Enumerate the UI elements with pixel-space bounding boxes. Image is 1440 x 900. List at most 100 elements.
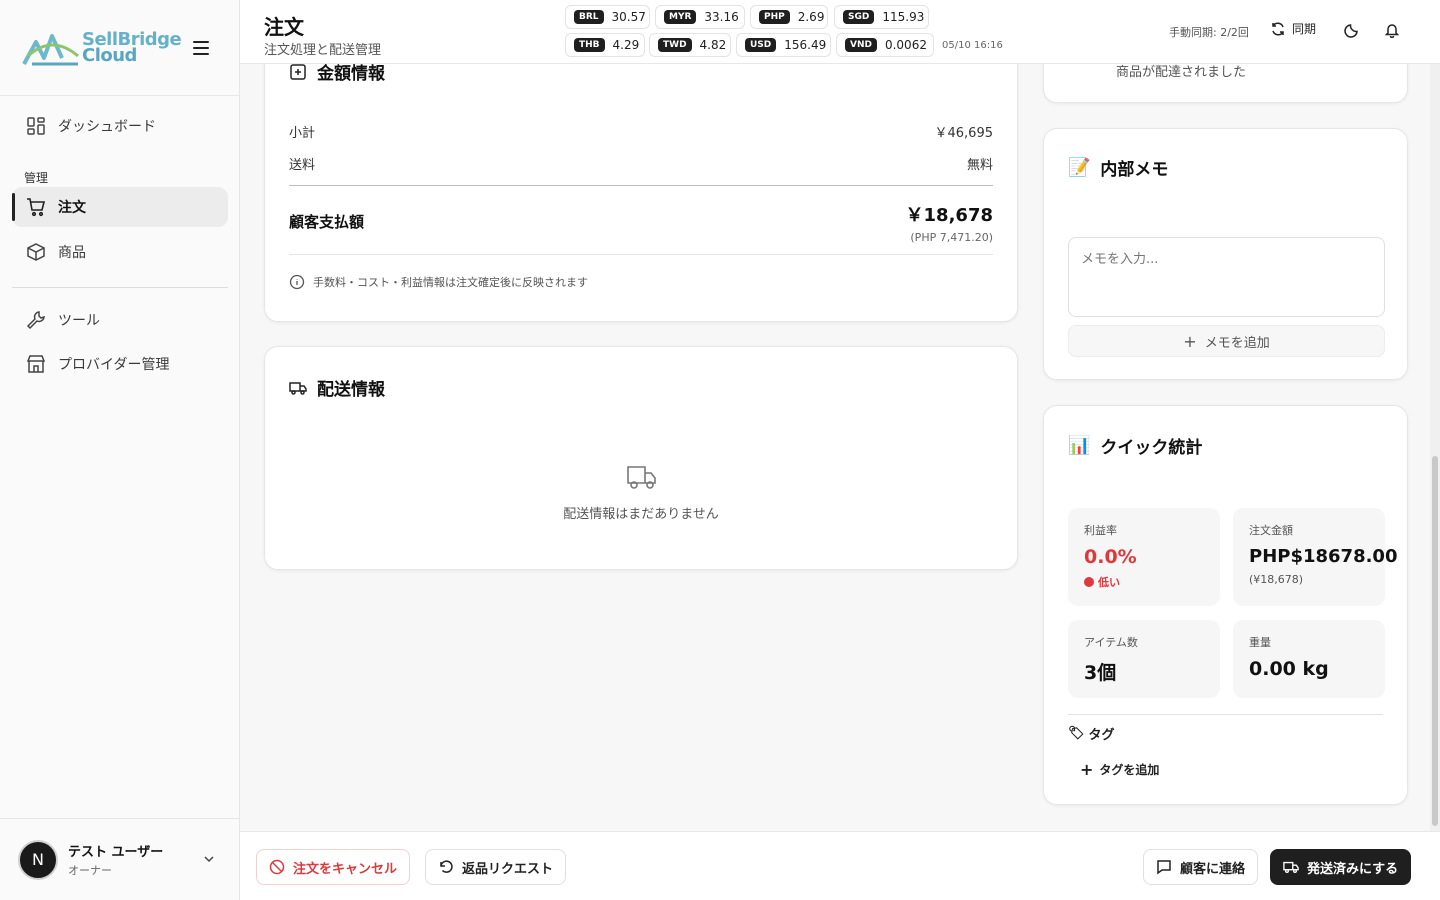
item-count-value: 3個 [1084, 662, 1117, 684]
ban-icon [269, 859, 285, 875]
sync-label: 同期 [1292, 22, 1317, 36]
rate-chip: SGD 115.93 [834, 5, 929, 29]
rate-code: MYR [664, 10, 697, 24]
quick-stats-title-text: クイック統計 [1100, 438, 1203, 458]
box-icon [27, 243, 45, 261]
shipping-info-title: 配送情報 [289, 375, 385, 400]
tags-label-text: タグ [1088, 728, 1115, 743]
contact-customer-button[interactable]: 顧客に連絡 [1143, 849, 1259, 885]
rate-code: PHP [759, 10, 790, 24]
user-role: オーナー [68, 864, 112, 877]
sidebar-item-label: プロバイダー管理 [58, 357, 170, 373]
rate-value: 30.57 [611, 10, 646, 24]
profit-rate-value: 0.0% [1084, 546, 1137, 568]
amount-note: 手数料・コスト・利益情報は注文確定後に反映されます [289, 274, 588, 290]
store-icon [26, 355, 46, 373]
scrollbar-thumb[interactable] [1432, 456, 1438, 826]
return-request-label: 返品リクエスト [462, 861, 554, 877]
scrollbar[interactable] [1430, 64, 1440, 831]
action-footer: 注文をキャンセル 返品リクエスト 顧客に連絡 発送済みにする [240, 831, 1440, 900]
add-memo-button[interactable]: + メモを追加 [1068, 325, 1385, 357]
memo-title: 📝 内部メモ [1068, 155, 1168, 180]
contact-customer-label: 顧客に連絡 [1180, 861, 1246, 877]
undo-icon [440, 860, 453, 873]
logo-text: SellBridge Cloud [82, 30, 182, 64]
plus-icon: + [1080, 760, 1094, 779]
subtotal-row: 小計 ￥46,695 [289, 122, 993, 141]
rate-value: 2.69 [797, 10, 825, 24]
add-memo-label: メモを追加 [1204, 335, 1270, 351]
bar-chart-icon: 📊 [1068, 435, 1091, 456]
page-subtitle: 注文処理と配送管理 [264, 43, 382, 58]
shipping-info-card: 配送情報 配送情報はまだありません [264, 346, 1018, 570]
sidebar-item-orders[interactable]: 注文 [12, 187, 228, 227]
logo-icon [22, 28, 84, 68]
menu-toggle-icon[interactable] [193, 40, 210, 55]
amount-note-text: 手数料・コスト・利益情報は注文確定後に反映されます [313, 276, 588, 289]
truck-icon [289, 381, 307, 395]
plus-icon: + [1183, 331, 1197, 351]
rate-value: 115.93 [882, 10, 925, 24]
mark-shipped-label: 発送済みにする [1307, 861, 1399, 877]
cancel-order-button[interactable]: 注文をキャンセル [256, 849, 411, 885]
amount-divider [289, 185, 993, 186]
user-menu[interactable]: N テスト ユーザー オーナー [0, 818, 239, 900]
truck-empty-icon [627, 466, 656, 489]
order-amount-stat: 注文金額 PHP$18678.00 (¥18,678) [1233, 508, 1397, 606]
rate-code: SGD [843, 10, 875, 24]
avatar: N [18, 839, 58, 880]
item-count-stat: アイテム数 3個 [1068, 620, 1220, 698]
refresh-icon [1272, 21, 1284, 36]
internal-memo-card: 📝 内部メモ + メモを追加 [1043, 128, 1408, 380]
cart-icon [27, 198, 46, 217]
tag-icon: 🏷 [1068, 726, 1085, 741]
profit-status: 低い [1084, 574, 1204, 590]
info-icon [289, 274, 305, 290]
customer-paid-label: 顧客支払額 [289, 213, 365, 231]
rate-value: 4.82 [699, 38, 727, 52]
shipping-fee-value: 無料 [966, 158, 993, 173]
message-icon [1157, 860, 1171, 875]
sync-button[interactable]: 同期 [1270, 20, 1316, 37]
return-request-button[interactable]: 返品リクエスト [425, 849, 567, 885]
memo-input[interactable] [1068, 237, 1385, 317]
sync-count: 手動同期: 2/2回 [1169, 26, 1249, 39]
rate-chip: THB 4.29 [565, 33, 645, 57]
sidebar-item-products[interactable]: 商品 [12, 232, 228, 272]
page-title: 注文 [264, 15, 304, 39]
stats-divider [1068, 714, 1383, 715]
rate-code: USD [745, 38, 777, 52]
dark-mode-moon-icon[interactable] [1344, 22, 1360, 38]
weight-value: 0.00 kg [1249, 658, 1329, 680]
sidebar-item-dashboard[interactable]: ダッシュボード [12, 106, 228, 146]
subtotal-label: 小計 [289, 126, 316, 141]
quick-stats-card: 📊 クイック統計 利益率 0.0% 低い 注文金額 PHP$18678.00 (… [1043, 405, 1408, 805]
sidebar-item-label: 注文 [58, 200, 86, 216]
quick-stats-title: 📊 クイック統計 [1068, 433, 1202, 458]
cancel-order-label: 注文をキャンセル [293, 861, 398, 877]
sidebar-item-providers[interactable]: プロバイダー管理 [12, 344, 228, 384]
shipping-fee-row: 送料 無料 [289, 154, 993, 173]
receipt-icon [290, 63, 306, 80]
sidebar-item-label: 商品 [58, 245, 86, 261]
profit-rate-label: 利益率 [1084, 524, 1117, 537]
sidebar-item-tools[interactable]: ツール [12, 300, 228, 340]
rate-code: TWD [658, 38, 692, 52]
memo-icon: 📝 [1068, 157, 1091, 178]
order-amount-label: 注文金額 [1249, 524, 1293, 537]
mark-shipped-button[interactable]: 発送済みにする [1270, 849, 1412, 885]
rate-chip: MYR 33.16 [655, 5, 745, 29]
rate-updated-time: 05/10 16:16 [942, 40, 1003, 51]
bell-icon[interactable] [1384, 22, 1400, 38]
amount-divider [289, 254, 993, 255]
nav-section-label: 管理 [24, 171, 49, 185]
add-tag-button[interactable]: + タグを追加 [1080, 760, 1159, 779]
sidebar: SellBridge Cloud ダッシュボード 管理 注文 商品 ツール プロ… [0, 0, 240, 900]
tags-label: 🏷 タグ [1068, 724, 1115, 743]
profit-rate-stat: 利益率 0.0% 低い [1068, 508, 1220, 606]
rate-value: 0.0062 [884, 38, 927, 52]
rate-code: BRL [574, 10, 604, 24]
rate-chip: TWD 4.82 [649, 33, 731, 57]
customer-paid-value: ￥18,678 [905, 205, 993, 226]
weight-stat: 重量 0.00 kg [1233, 620, 1385, 698]
